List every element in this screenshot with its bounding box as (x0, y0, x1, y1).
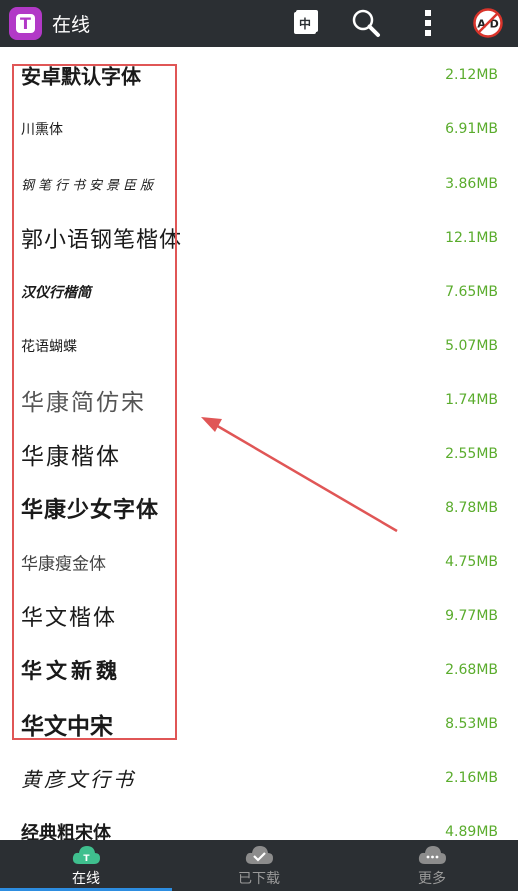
font-name: 华康少女字体 (21, 498, 160, 523)
font-name: 经典粗宋体 (21, 823, 111, 840)
font-row[interactable]: 川熏体 6.91MB (0, 102, 518, 156)
tab-downloaded[interactable]: 已下载 (173, 840, 345, 891)
font-row[interactable]: 钢笔行书安景臣版 3.86MB (0, 157, 518, 211)
cloud-t-icon: T (72, 846, 100, 864)
tab-more[interactable]: 更多 (346, 840, 518, 891)
font-row[interactable]: 华文楷体 9.77MB (0, 589, 518, 643)
font-row[interactable]: 经典粗宋体 4.89MB (0, 805, 518, 840)
font-name: 花语蝴蝶 (21, 339, 77, 355)
font-size-label: 5.07MB (445, 338, 498, 354)
page-title: 在线 (52, 14, 91, 36)
font-name: 安卓默认字体 (21, 64, 141, 89)
font-size-label: 9.77MB (445, 608, 498, 624)
font-row[interactable]: 华康简仿宋 1.74MB (0, 373, 518, 427)
font-name: 钢笔行书安景臣版 (21, 178, 158, 194)
font-name: 郭小语钢笔楷体 (21, 228, 183, 253)
font-row[interactable]: 华文中宋 8.53MB (0, 697, 518, 751)
font-size-label: 2.68MB (445, 662, 498, 678)
font-name: 华文新魏 (21, 658, 121, 683)
cloud-check-icon (245, 846, 273, 864)
font-name: 华文中宋 (21, 713, 113, 740)
font-row[interactable]: 汉仪行楷简 7.65MB (0, 265, 518, 319)
search-icon[interactable] (349, 6, 383, 40)
tab-label: 更多 (418, 871, 446, 887)
font-row[interactable]: 郭小语钢笔楷体 12.1MB (0, 211, 518, 265)
font-name: 黄彦文行书 (21, 767, 136, 792)
tab-online[interactable]: T 在线 (0, 840, 172, 891)
font-size-label: 2.16MB (445, 770, 498, 786)
font-size-label: 1.74MB (445, 392, 498, 408)
font-row[interactable]: 华康少女字体 8.78MB (0, 481, 518, 535)
top-app-bar: T 在线 中 A D (0, 0, 518, 47)
font-size-label: 6.91MB (445, 121, 498, 137)
font-name: 川熏体 (21, 122, 63, 138)
font-size-label: 8.78MB (445, 500, 498, 516)
tab-label: 在线 (72, 871, 100, 887)
font-name: 华文楷体 (21, 606, 118, 631)
font-row[interactable]: 华文新魏 2.68MB (0, 643, 518, 697)
app-logo-letter: T (16, 14, 35, 33)
font-row[interactable]: 华康瘦金体 4.75MB (0, 535, 518, 589)
language-button-label: 中 (294, 12, 316, 34)
font-size-label: 4.75MB (445, 554, 498, 570)
font-size-label: 2.55MB (445, 446, 498, 462)
chinese-language-icon[interactable]: 中 (288, 6, 322, 40)
font-row[interactable]: 安卓默认字体 2.12MB (0, 48, 518, 102)
bottom-navigation: T 在线 已下载 更多 (0, 840, 518, 891)
font-size-label: 12.1MB (445, 230, 498, 246)
font-list: 安卓默认字体 2.12MB 川熏体 6.91MB 钢笔行书安景臣版 3.86MB… (0, 47, 518, 841)
tab-label: 已下载 (238, 871, 280, 887)
more-vertical-icon[interactable] (411, 6, 445, 40)
font-size-label: 2.12MB (445, 67, 498, 83)
cloud-more-icon (418, 846, 446, 864)
font-size-label: 4.89MB (445, 824, 498, 840)
font-size-label: 8.53MB (445, 716, 498, 732)
font-row[interactable]: 花语蝴蝶 5.07MB (0, 319, 518, 373)
font-size-label: 3.86MB (445, 176, 498, 192)
font-name: 华康瘦金体 (21, 554, 106, 575)
font-name: 华康简仿宋 (21, 390, 146, 416)
font-name: 汉仪行楷简 (21, 285, 91, 301)
svg-text:T: T (83, 854, 90, 864)
app-logo-icon[interactable]: T (9, 7, 42, 40)
font-row[interactable]: 华康楷体 2.55MB (0, 427, 518, 481)
font-size-label: 7.65MB (445, 284, 498, 300)
no-ads-icon[interactable]: A D (471, 6, 505, 40)
font-row[interactable]: 黄彦文行书 2.16MB (0, 751, 518, 805)
font-name: 华康楷体 (21, 444, 121, 470)
